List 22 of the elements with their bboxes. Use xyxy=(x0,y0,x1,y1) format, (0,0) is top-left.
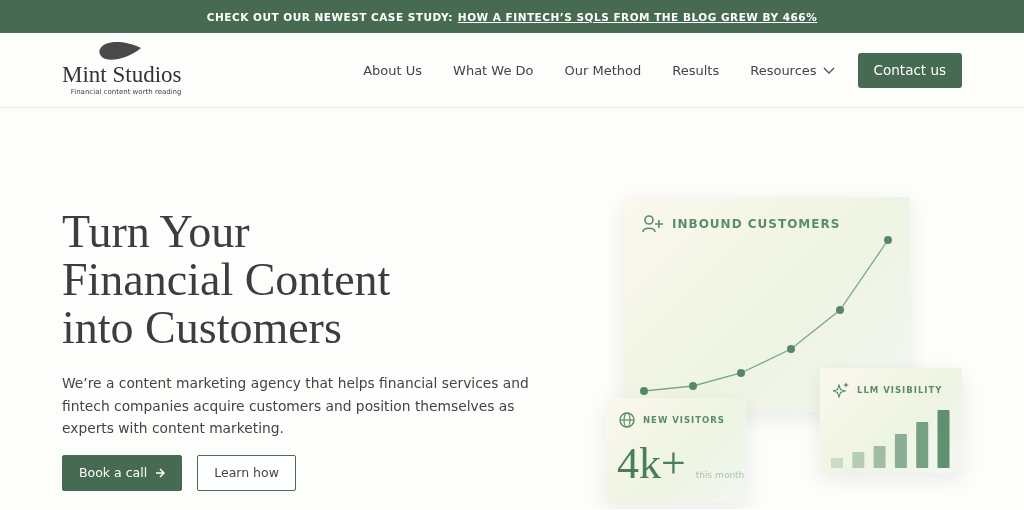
book-call-button[interactable]: Book a call xyxy=(62,454,183,491)
visitor-count: 4k+ xyxy=(617,438,686,489)
caret-icon xyxy=(822,66,835,74)
case-study-link[interactable]: HOW A FINTECH’S SQLS FROM THE BLOG GREW BY 466% xyxy=(457,10,818,23)
sparkles-icon xyxy=(833,382,849,398)
llm-card: LLM VISIBILITY xyxy=(820,368,962,473)
nav-link[interactable]: Our Method xyxy=(564,62,642,78)
contact-button[interactable]: Contact us xyxy=(857,52,962,88)
logo-name[interactable]: Mint Studios xyxy=(62,62,182,86)
hero-title: Turn Your Financial Content into Customers xyxy=(62,208,392,352)
learn-how-button[interactable]: Learn how xyxy=(197,454,296,491)
period-caption: this month xyxy=(695,470,745,480)
visitors-card: NEW VISITORS 4k+ this month xyxy=(606,398,747,503)
nav-link[interactable]: What We Do xyxy=(453,62,534,78)
nav-link[interactable]: Results xyxy=(672,62,720,78)
hero-description: We’re a content marketing agency that helps financial services and fintech companies acquire customers and position themselves as experts with content marketing. xyxy=(62,374,530,438)
announcement-text: CHECK OUT OUR NEWEST CASE STUDY: HOW A FINTECH’S SQLS FROM THE BLOG GREW BY 466% xyxy=(206,10,818,23)
nav-link[interactable]: Resources xyxy=(750,62,835,78)
add-user-icon xyxy=(642,215,664,233)
nav-link[interactable]: About Us xyxy=(363,62,423,78)
globe-icon xyxy=(619,412,635,428)
arrow-icon xyxy=(155,467,166,478)
